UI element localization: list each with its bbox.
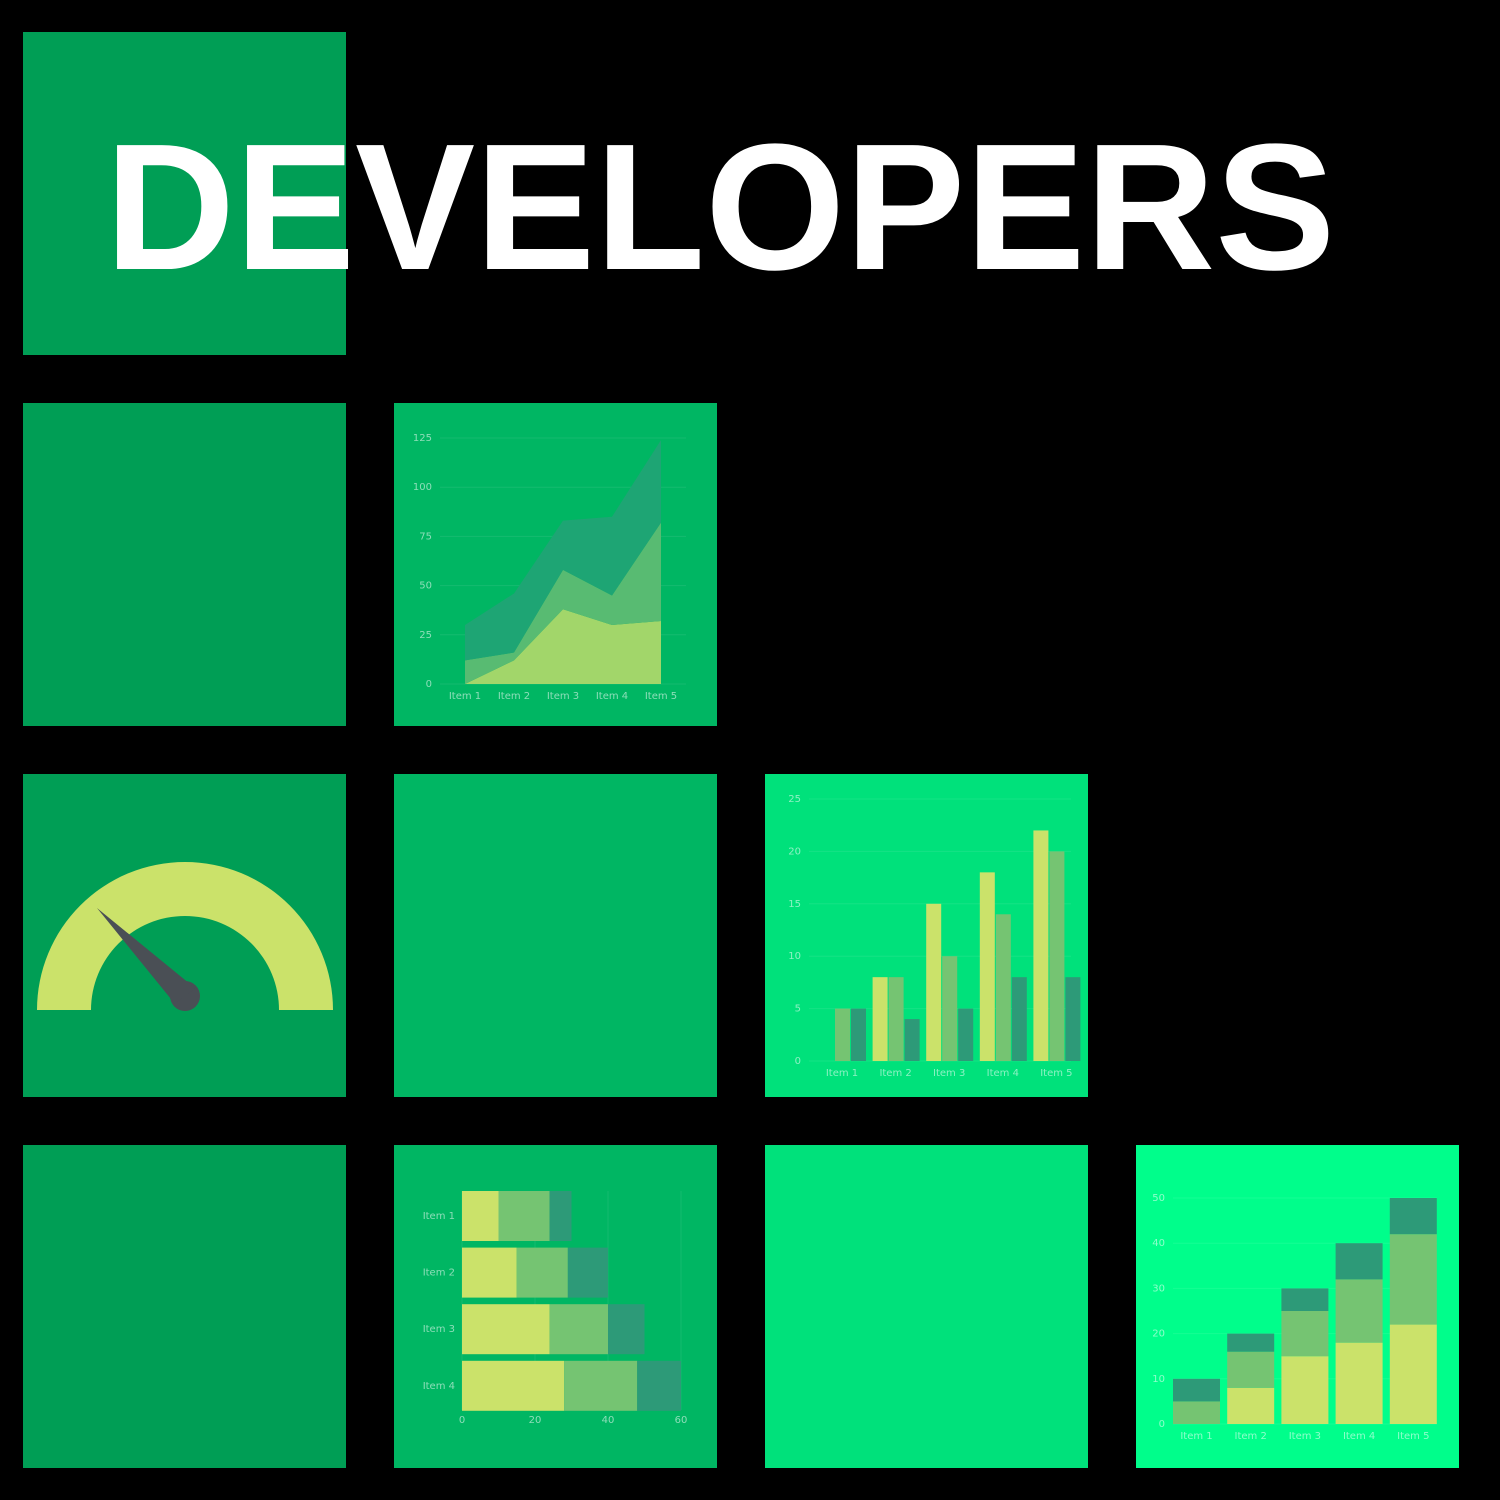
- gauge-needle: [96, 907, 200, 1011]
- bar: [888, 977, 904, 1061]
- grouped-bar-chart-tile: 0 5 10 15 20 25 Item 1 Item 2 Item 3 Item 4 Item 5: [765, 774, 1088, 1097]
- bar-segment: [516, 1247, 568, 1298]
- grouped-bar-chart: 0 5 10 15 20 25 Item 1 Item 2 Item 3 Item 4 Item 5: [788, 794, 1081, 1079]
- area-chart-tile: 0 25 50 75 100 125 Item 1 Item 2 Item 3 Item 4 Ite…: [394, 403, 717, 726]
- y-tick-label: 125: [413, 433, 432, 444]
- bar-segment: [1281, 1356, 1329, 1424]
- bar-segment: [462, 1360, 565, 1411]
- y-tick-label: 0: [1159, 1419, 1165, 1430]
- bar-segment: [1227, 1351, 1275, 1388]
- tile-r4c1: [23, 1145, 346, 1468]
- bar-segment: [564, 1360, 638, 1411]
- y-tick-label: Item 2: [423, 1268, 455, 1279]
- bar-segment: [462, 1304, 550, 1355]
- bar-segment: [1335, 1279, 1383, 1343]
- y-tick-label: 40: [1152, 1238, 1165, 1249]
- bar-segment: [637, 1360, 681, 1411]
- gauge: [37, 862, 333, 1011]
- page-title: DEVELOPERS: [105, 107, 1336, 308]
- x-tick-label: 0: [459, 1415, 465, 1426]
- bar-segment: [1173, 1401, 1220, 1424]
- y-tick-label: 15: [788, 899, 801, 910]
- y-tick-label: 25: [788, 794, 801, 805]
- tile-r2c1: [23, 403, 346, 726]
- x-tick-label: Item 1: [826, 1068, 858, 1079]
- x-tick-label: Item 2: [879, 1068, 911, 1079]
- bar-segment: [1389, 1198, 1437, 1235]
- horizontal-bar-chart: 0 20 40 60 Item 1 Item 2 Item 3 Item 4: [423, 1191, 688, 1426]
- x-tick-label: Item 2: [1235, 1431, 1267, 1442]
- y-tick-label: 50: [419, 581, 432, 592]
- bar-segment: [1227, 1387, 1275, 1424]
- x-tick-label: Item 5: [645, 691, 677, 702]
- bar-segment: [549, 1191, 572, 1241]
- horizontal-bar-chart-tile: 0 20 40 60 Item 1 Item 2 Item 3 Item 4: [394, 1145, 717, 1468]
- bar-segment: [1281, 1288, 1329, 1311]
- y-tick-label: Item 4: [423, 1381, 455, 1392]
- bar-segment: [1389, 1234, 1437, 1325]
- x-tick-label: Item 4: [987, 1068, 1019, 1079]
- x-tick-label: Item 3: [547, 691, 579, 702]
- x-tick-label: Item 3: [933, 1068, 965, 1079]
- area-chart: 0 25 50 75 100 125 Item 1 Item 2 Item 3 Item 4 Ite…: [413, 433, 686, 702]
- bar: [926, 903, 942, 1061]
- x-tick-label: Item 1: [449, 691, 481, 702]
- bar-segment: [1281, 1311, 1329, 1357]
- y-tick-label: 75: [419, 531, 432, 542]
- y-tick-label: 20: [1152, 1329, 1165, 1340]
- y-tick-label: Item 1: [423, 1211, 455, 1222]
- x-tick-label: Item 3: [1289, 1431, 1321, 1442]
- y-tick-label: 10: [1152, 1374, 1165, 1385]
- y-tick-label: 0: [426, 679, 432, 690]
- y-tick-label: 30: [1152, 1283, 1165, 1294]
- bar: [1011, 977, 1027, 1061]
- x-tick-label: Item 4: [1343, 1431, 1375, 1442]
- stacked-bar-chart: 0 10 20 30 40 50 Item 1 Item 2 Item 3 Item 4 Item …: [1152, 1193, 1437, 1442]
- y-tick-label: 10: [788, 951, 801, 962]
- y-tick-label: 25: [419, 630, 432, 641]
- x-tick-label: Item 4: [596, 691, 628, 702]
- x-tick-label: 60: [675, 1415, 688, 1426]
- bar: [835, 1008, 850, 1061]
- bar-segment: [1335, 1342, 1383, 1424]
- bar: [851, 1008, 866, 1061]
- gauge-tile: [23, 774, 346, 1097]
- y-tick-label: Item 3: [423, 1324, 455, 1335]
- bar-segment: [462, 1247, 517, 1298]
- bar: [1065, 977, 1081, 1061]
- x-tick-label: 20: [529, 1415, 542, 1426]
- bar: [1049, 851, 1065, 1061]
- bar-segment: [498, 1191, 550, 1241]
- bar-segment: [608, 1304, 645, 1355]
- bar-segment: [567, 1247, 608, 1298]
- bar: [995, 914, 1011, 1061]
- x-tick-label: Item 2: [498, 691, 530, 702]
- bar-segment: [1389, 1324, 1437, 1424]
- x-tick-label: Item 5: [1040, 1068, 1072, 1079]
- bar-segment: [1227, 1333, 1275, 1352]
- y-tick-label: 20: [788, 846, 801, 857]
- bar-segment: [462, 1191, 499, 1241]
- x-tick-label: Item 1: [1180, 1431, 1212, 1442]
- bar: [958, 1008, 974, 1061]
- y-tick-label: 100: [413, 482, 432, 493]
- y-tick-label: 50: [1152, 1193, 1165, 1204]
- y-tick-label: 5: [795, 1004, 801, 1015]
- bar-segment: [1335, 1243, 1383, 1280]
- bar: [979, 872, 995, 1061]
- bar: [942, 956, 958, 1061]
- stacked-bar-chart-tile: 0 10 20 30 40 50 Item 1 Item 2 Item 3 Item 4 Item …: [1136, 1145, 1459, 1468]
- tile-r4c3: [765, 1145, 1088, 1468]
- x-tick-label: Item 5: [1397, 1431, 1429, 1442]
- bar: [904, 1019, 920, 1061]
- bar: [1033, 830, 1049, 1061]
- bar-segment: [549, 1304, 608, 1355]
- bar-segment: [1173, 1378, 1220, 1402]
- y-tick-label: 0: [795, 1056, 801, 1067]
- tile-r3c2: [394, 774, 717, 1097]
- bar: [872, 977, 888, 1061]
- x-tick-label: 40: [602, 1415, 615, 1426]
